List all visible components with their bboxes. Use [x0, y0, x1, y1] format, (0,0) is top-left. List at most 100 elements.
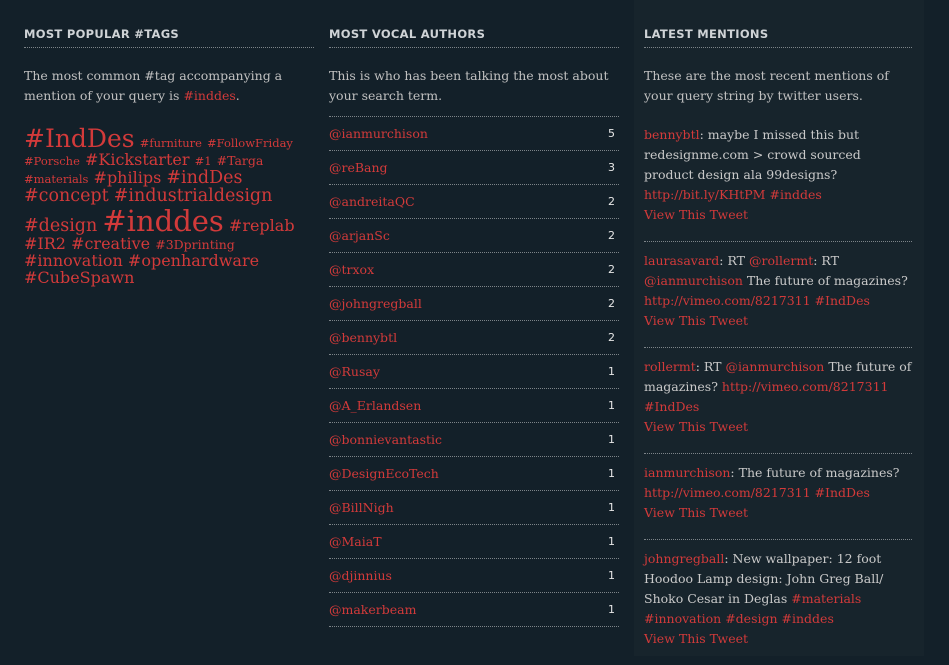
mention-text: : RT [813, 253, 839, 268]
mention-text: : The future of magazines? [730, 465, 900, 480]
view-tweet-link[interactable]: View This Tweet [644, 311, 912, 331]
tag-link[interactable]: #replab [229, 216, 295, 235]
mention-link[interactable]: http://vimeo.com/8217311 [722, 379, 889, 394]
author-link[interactable]: @MaiaT [329, 534, 382, 549]
mention-link[interactable]: #IndDes [815, 293, 870, 308]
mention-link[interactable]: http://vimeo.com/8217311 [644, 293, 811, 308]
author-link[interactable]: @ianmurchison [329, 126, 428, 141]
query-tag-link[interactable]: #inddes [183, 88, 235, 103]
vocal-authors-heading: MOST VOCAL AUTHORS [329, 0, 619, 48]
author-link[interactable]: @reBang [329, 160, 388, 175]
author-link[interactable]: @bonnievantastic [329, 432, 442, 447]
author-link[interactable]: @Rusay [329, 364, 380, 379]
mention-link[interactable]: #IndDes [815, 485, 870, 500]
author-row: @johngregball 2 [329, 287, 619, 321]
mention-link[interactable]: http://vimeo.com/8217311 [644, 485, 811, 500]
tag-link[interactable]: #3Dprinting [155, 237, 235, 252]
author-mention-count: 1 [608, 399, 615, 412]
tag-link[interactable]: #furniture [140, 136, 202, 150]
author-mention-count: 3 [608, 161, 615, 174]
tag-link[interactable]: #CubeSpawn [24, 268, 134, 287]
mention-link[interactable]: #innovation [644, 611, 721, 626]
author-link[interactable]: @A_Erlandsen [329, 398, 421, 413]
author-link[interactable]: @BillNigh [329, 500, 394, 515]
mention-link[interactable]: rollermt [644, 359, 696, 374]
mention-text: : RT [695, 359, 726, 374]
tag-link[interactable]: #FollowFriday [207, 136, 293, 150]
mention-link[interactable]: #inddes [782, 611, 834, 626]
popular-tags-intro: The most common #tag accompanying a ment… [24, 66, 314, 106]
latest-mentions-heading: LATEST MENTIONS [644, 0, 912, 48]
tag-link[interactable]: #1 [195, 154, 212, 168]
author-mention-count: 1 [608, 569, 615, 582]
mention-link[interactable]: #IndDes [644, 399, 699, 414]
tag-cloud: #IndDes #furniture #FollowFriday #Porsch… [24, 124, 314, 287]
author-link[interactable]: @bennybtl [329, 330, 397, 345]
mention-link[interactable]: @rollermt [749, 253, 813, 268]
author-mention-count: 2 [608, 297, 615, 310]
author-mention-count: 5 [608, 127, 615, 140]
author-mention-count: 2 [608, 263, 615, 276]
mention-link[interactable]: johngregball [644, 551, 724, 566]
view-tweet-link[interactable]: View This Tweet [644, 629, 912, 649]
tag-link[interactable]: #inddes [102, 204, 223, 238]
author-link[interactable]: @johngregball [329, 296, 422, 311]
author-link[interactable]: @makerbeam [329, 602, 416, 617]
mention-link[interactable]: laurasavard [644, 253, 719, 268]
tag-link[interactable]: #Porsche [24, 154, 80, 168]
author-row: @djinnius 1 [329, 559, 619, 593]
view-tweet-link[interactable]: View This Tweet [644, 503, 912, 523]
author-row: @Rusay 1 [329, 355, 619, 389]
tag-link[interactable]: #indDes [166, 168, 242, 188]
tag-link[interactable]: #openhardware [128, 251, 259, 270]
author-link[interactable]: @DesignEcoTech [329, 466, 439, 481]
author-mention-count: 1 [608, 467, 615, 480]
mention-item: johngregball: New wallpaper: 12 foot Hoo… [644, 540, 912, 665]
tag-link[interactable]: #materials [24, 172, 88, 186]
mention-link[interactable]: bennybtl [644, 127, 700, 142]
mention-item: bennybtl: maybe I missed this but redesi… [644, 116, 912, 242]
mention-list: bennybtl: maybe I missed this but redesi… [644, 116, 912, 665]
tag-link[interactable]: #IndDes [24, 124, 135, 153]
author-mention-count: 1 [608, 501, 615, 514]
mention-link[interactable]: ianmurchison [644, 465, 730, 480]
mention-link[interactable]: #inddes [769, 187, 821, 202]
tag-link[interactable]: #Kickstarter [85, 150, 190, 169]
vocal-authors-section: MOST VOCAL AUTHORS This is who has been … [329, 0, 619, 627]
view-tweet-link[interactable]: View This Tweet [644, 205, 912, 225]
mention-link[interactable]: #materials [791, 591, 861, 606]
mention-item: rollermt: RT @ianmurchison The future of… [644, 348, 912, 454]
mention-link[interactable]: @ianmurchison [644, 273, 743, 288]
author-row: @andreitaQC 2 [329, 185, 619, 219]
author-link[interactable]: @djinnius [329, 568, 392, 583]
author-link[interactable]: @arjanSc [329, 228, 390, 243]
author-row: @BillNigh 1 [329, 491, 619, 525]
author-mention-count: 2 [608, 195, 615, 208]
popular-tags-intro-end: . [235, 88, 240, 103]
view-tweet-link[interactable]: View This Tweet [644, 417, 912, 437]
author-row: @makerbeam 1 [329, 593, 619, 627]
author-row: @reBang 3 [329, 151, 619, 185]
popular-tags-heading: MOST POPULAR #TAGS [24, 0, 314, 48]
mention-text: : RT [719, 253, 749, 268]
author-row: @ianmurchison 5 [329, 116, 619, 151]
author-row: @A_Erlandsen 1 [329, 389, 619, 423]
author-mention-count: 1 [608, 433, 615, 446]
mention-link[interactable]: http://bit.ly/KHtPM [644, 187, 765, 202]
mention-item: ianmurchison: The future of magazines? h… [644, 454, 912, 540]
tag-link[interactable]: #design [24, 216, 97, 236]
latest-mentions-section: LATEST MENTIONS These are the most recen… [634, 0, 924, 656]
author-mention-count: 1 [608, 365, 615, 378]
mention-link[interactable]: #design [725, 611, 777, 626]
popular-tags-section: MOST POPULAR #TAGS The most common #tag … [24, 0, 314, 287]
tag-link[interactable]: #concept [24, 186, 109, 206]
author-mention-count: 2 [608, 229, 615, 242]
vocal-authors-intro: This is who has been talking the most ab… [329, 68, 609, 103]
tag-link[interactable]: #Targa [217, 153, 264, 168]
tag-link[interactable]: #philips [94, 168, 162, 187]
author-row: @trxox 2 [329, 253, 619, 287]
mention-link[interactable]: @ianmurchison [725, 359, 824, 374]
author-link[interactable]: @trxox [329, 262, 374, 277]
popular-tags-intro-text: The most common #tag accompanying a ment… [24, 68, 283, 103]
author-link[interactable]: @andreitaQC [329, 194, 415, 209]
